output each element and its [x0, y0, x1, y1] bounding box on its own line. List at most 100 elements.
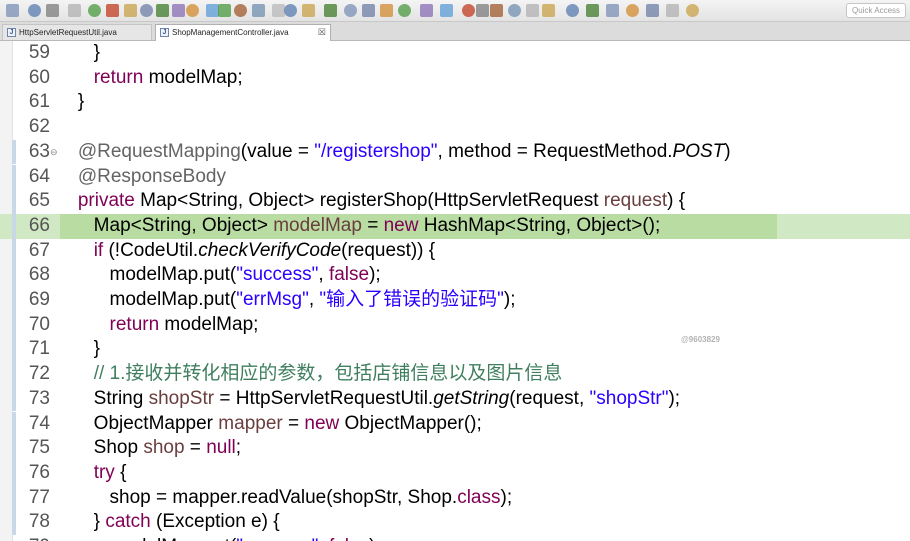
code-line[interactable]: 60 return modelMap; [0, 66, 910, 91]
search-icon[interactable] [542, 4, 555, 17]
new-icon[interactable] [586, 4, 599, 17]
code-text: return modelMap; [93, 66, 243, 88]
save-icon[interactable] [606, 4, 619, 17]
run-icon[interactable] [666, 4, 679, 17]
code-text: @RequestMapping(value = "/registershop",… [77, 140, 731, 162]
line-number: 66 [28, 214, 50, 236]
tab-shopmanagementcontroller[interactable]: J ShopManagementController.java ☒ [155, 24, 331, 41]
fold-toggle-icon[interactable]: ⊖ [50, 140, 58, 165]
close-tab-icon[interactable]: ☒ [318, 25, 326, 40]
code-line[interactable]: 79 modelMap.put("success", false); [0, 535, 910, 541]
code-text: modelMap.put("success", false); [62, 264, 381, 286]
code-line[interactable]: 59 } [0, 41, 910, 66]
line-number: 72 [28, 363, 50, 385]
run-icon[interactable] [88, 4, 101, 17]
tab-httpservletrequestutil[interactable]: J HttpServletRequestUtil.java [2, 24, 152, 40]
stop-icon[interactable] [526, 4, 539, 17]
code-text: Shop shop = null; [62, 437, 242, 459]
quick-access-input[interactable]: Quick Access [846, 3, 906, 18]
debug-icon[interactable] [490, 4, 503, 17]
code-line[interactable]: 67 if (!CodeUtil.checkVerifyCode(request… [0, 238, 910, 264]
stop-icon[interactable] [234, 4, 247, 17]
code-line[interactable]: 65 private Map<String, Object> registerS… [0, 189, 910, 214]
perspective-icon[interactable] [566, 4, 579, 17]
code-text: } [62, 91, 85, 113]
code-text: @ResponseBody [77, 165, 226, 187]
save-icon[interactable] [462, 4, 475, 17]
search-icon[interactable] [124, 4, 137, 17]
debug-icon[interactable] [646, 4, 659, 17]
print-icon[interactable] [46, 4, 59, 17]
perspective-icon[interactable] [140, 4, 153, 17]
highlighted-code-line[interactable]: 66 Map<String, Object> modelMap = new Ha… [0, 213, 910, 239]
run-icon[interactable] [218, 4, 231, 17]
code-line[interactable]: 68 modelMap.put("success", false); [0, 263, 910, 288]
line-number: 75 [28, 437, 50, 459]
new-icon[interactable] [284, 4, 297, 17]
main-toolbar: Quick Access [0, 0, 910, 22]
print-icon[interactable] [324, 4, 337, 17]
line-number: 67 [28, 239, 50, 261]
stop-icon[interactable] [686, 4, 699, 17]
print-icon[interactable] [476, 4, 489, 17]
line-number: 62 [28, 116, 50, 138]
new-icon[interactable] [6, 4, 19, 17]
code-line[interactable]: 76 try { [0, 460, 910, 486]
print-icon[interactable] [186, 4, 199, 17]
code-text: } [62, 338, 101, 360]
code-line[interactable]: 75 Shop shop = null; [0, 436, 910, 461]
line-number: 77 [28, 486, 50, 508]
code-line[interactable]: 64 @ResponseBody [0, 164, 910, 190]
code-line[interactable]: 63 ⊖ @RequestMapping(value = "/registersh… [0, 139, 910, 165]
save-icon[interactable] [302, 4, 315, 17]
run-icon[interactable] [508, 4, 521, 17]
save-icon[interactable] [172, 4, 185, 17]
code-text: String shopStr = HttpServletRequestUtil.… [62, 387, 681, 409]
java-file-icon: J [7, 28, 16, 37]
line-number: 61 [28, 91, 50, 113]
tab-label: ShopManagementController.java [172, 28, 289, 37]
code-text: } catch (Exception e) { [62, 511, 280, 533]
line-number: 74 [28, 412, 50, 434]
code-text: Map<String, Object> modelMap = new HashM… [62, 214, 661, 236]
search-icon[interactable] [398, 4, 411, 17]
code-line[interactable]: 74 ObjectMapper mapper = new ObjectMappe… [0, 411, 910, 437]
code-line[interactable]: 72 // 1.接收并转化相应的参数，包括店铺信息以及图片信息 [0, 362, 910, 387]
line-number: 73 [28, 387, 50, 409]
search-icon[interactable] [252, 4, 265, 17]
line-number: 70 [28, 313, 50, 335]
java-file-icon: J [160, 28, 169, 37]
code-editor[interactable]: » 59 }60 return modelMap;61 }6263⊖ @Requ… [0, 41, 910, 541]
line-number: 63 [28, 140, 50, 162]
tab-label: HttpServletRequestUtil.java [19, 28, 117, 37]
code-line[interactable]: 78 } catch (Exception e) { [0, 510, 910, 535]
run-icon[interactable] [362, 4, 375, 17]
line-number: 79 [12, 535, 50, 541]
code-text: if (!CodeUtil.checkVerifyCode(request)) … [93, 239, 436, 261]
code-line[interactable]: 70 return modelMap; [0, 312, 910, 338]
code-line[interactable]: 77 shop = mapper.readValue(shopStr, Shop… [0, 485, 910, 511]
line-number: 64 [28, 165, 50, 187]
stop-icon[interactable] [106, 4, 119, 17]
code-text: modelMap.put("errMsg", "输入了错误的验证码"); [62, 289, 516, 310]
code-line[interactable]: 61 } [0, 90, 910, 115]
save-icon[interactable] [28, 4, 41, 17]
code-text: ObjectMapper mapper = new ObjectMapper()… [62, 412, 482, 434]
code-text: modelMap.put("success", false); [62, 535, 381, 541]
debug-icon[interactable] [68, 4, 81, 17]
code-line[interactable]: 69 modelMap.put("errMsg", "输入了错误的验证码"); [0, 288, 910, 313]
editor-tab-bar: J HttpServletRequestUtil.java J ShopMana… [0, 22, 910, 41]
line-number: 68 [28, 264, 50, 286]
line-number: 60 [28, 66, 50, 88]
print-icon[interactable] [626, 4, 639, 17]
code-line[interactable]: 62 [0, 115, 910, 140]
code-text: try { [93, 461, 127, 483]
perspective-icon[interactable] [420, 4, 433, 17]
new-icon[interactable] [156, 4, 169, 17]
code-line[interactable]: 73 String shopStr = HttpServletRequestUt… [0, 386, 910, 412]
debug-icon[interactable] [344, 4, 357, 17]
code-line[interactable]: 71 } [0, 337, 910, 363]
stop-icon[interactable] [380, 4, 393, 17]
line-number: 78 [28, 511, 50, 533]
new-icon[interactable] [440, 4, 453, 17]
